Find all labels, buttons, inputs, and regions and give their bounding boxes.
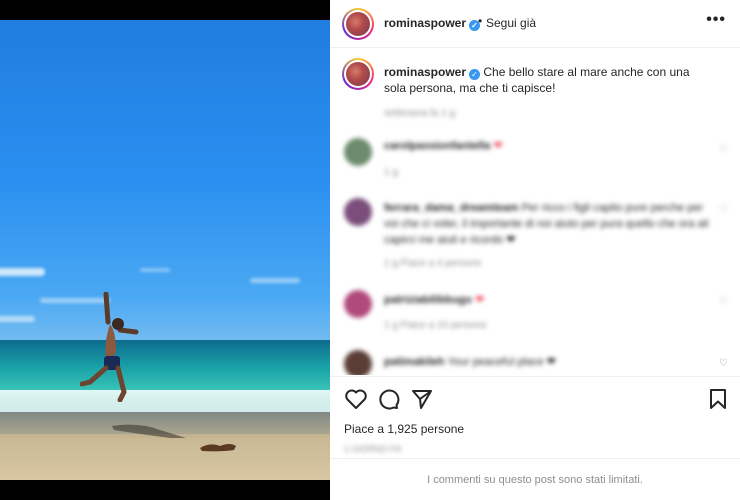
list-item: carolpassionfantella ❤ [384,140,503,152]
list-item: ferrara_dama_dreamteam Per ricco i figli… [384,202,709,246]
follow-button[interactable]: Segui già [486,16,536,30]
like-icon[interactable]: ♡ [719,296,728,307]
share-icon[interactable] [410,387,434,411]
cloud [0,268,45,276]
post-date: 1 GIORNO FA [344,444,402,454]
shadow [112,424,186,438]
post-photo[interactable] [0,20,330,480]
like-icon[interactable]: ♡ [719,144,728,155]
like-icon[interactable]: ♡ [719,358,728,369]
comments-limited-notice: I commenti su questo post sono stati lim… [330,458,740,500]
avatar[interactable] [344,290,372,318]
cloud [0,316,35,322]
post-side-panel: rominaspower ✓ • Segui già ••• rominaspow… [330,0,740,500]
driftwood [200,444,236,452]
post-viewer: rominaspower ✓ • Segui già ••• rominaspow… [0,0,740,500]
comment-meta: 1 g Piace a 4 persone [384,258,482,269]
post-header: rominaspower ✓ • Segui già ••• [330,0,740,48]
avatar[interactable] [344,198,372,226]
more-options-icon[interactable]: ••• [706,11,726,29]
cloud [250,278,300,283]
caption-username[interactable]: rominaspower [384,65,466,79]
list-item: patimakileh Your peaceful place ❤ [384,356,556,368]
cloud [140,268,170,272]
like-icon[interactable]: ♡ [719,204,728,215]
jumping-person [80,292,139,402]
post-caption: rominaspower ✓ Che bello stare al mare an… [384,64,714,96]
caption-avatar[interactable] [342,58,374,90]
avatar[interactable] [344,138,372,166]
avatar[interactable] [342,8,374,40]
comment-meta: 1 g [384,167,398,178]
avatar[interactable] [344,350,372,375]
action-bar [330,376,740,420]
bookmark-icon[interactable] [706,387,730,411]
list-item: patriziabilibbugo ❤ [384,294,485,306]
likes-count[interactable]: Piace a 1,925 persone [344,422,464,436]
comment-icon[interactable] [376,387,400,411]
header-username[interactable]: rominaspower ✓ [384,16,481,31]
comment-meta: 1 g Piace a 10 persone [384,320,487,331]
heart-icon[interactable] [344,387,368,411]
caption-meta: settimana fa 1 g [384,108,456,119]
verified-icon: ✓ [469,69,481,80]
separator-dot: • [478,14,483,28]
comments-list: settimana fa 1 g carolpassionfantella ❤ … [330,100,740,375]
